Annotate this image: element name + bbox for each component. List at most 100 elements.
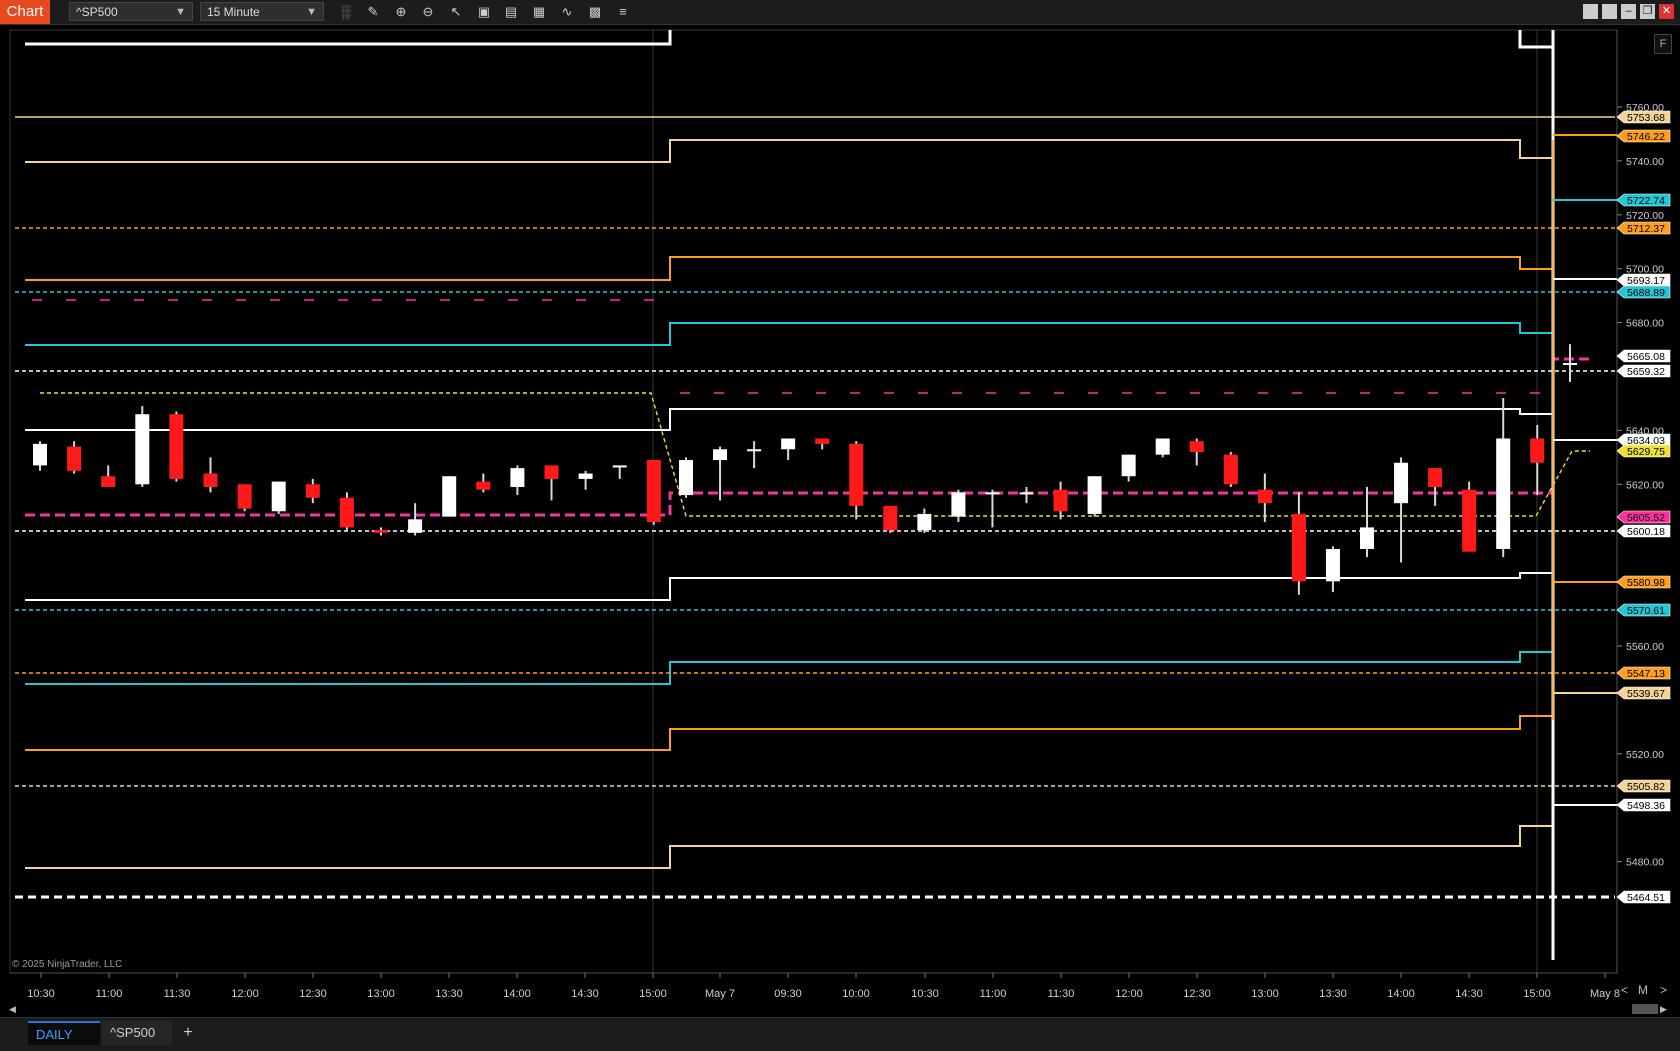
price-chart[interactable]: 5760.005740.005720.005700.005680.005640.…: [0, 25, 1680, 1017]
candle-body: [1428, 468, 1443, 487]
price-marker-label: 5712.37: [1627, 223, 1665, 235]
price-marker-label: 5629.75: [1627, 446, 1665, 458]
strategies-icon[interactable]: ▩: [585, 3, 605, 21]
data-box-icon[interactable]: ▤: [501, 3, 521, 21]
price-marker-label: 5665.08: [1627, 351, 1665, 363]
candle-body: [917, 513, 932, 531]
tab-daily[interactable]: DAILY: [28, 1021, 100, 1045]
tile-icon[interactable]: [1602, 4, 1617, 19]
candle-body: [679, 460, 693, 496]
chart-toolbar: Chart ^SP500 ▼ 15 Minute ▼ ░ ✎ ⊕ ⊖ ↖ ▣ ▤…: [0, 0, 1680, 25]
x-tick-label: 11:00: [96, 988, 123, 1000]
tile-icon[interactable]: [1583, 4, 1598, 19]
candle-body: [203, 473, 218, 487]
price-marker-label: 5570.61: [1627, 605, 1665, 617]
mode-button[interactable]: M: [1638, 983, 1648, 997]
bar-type-icon[interactable]: ░: [336, 3, 356, 21]
candle-body: [1121, 454, 1136, 477]
candle-body: [1496, 438, 1511, 549]
restore-icon[interactable]: ❐: [1640, 4, 1655, 19]
instrument-value: ^SP500: [76, 5, 118, 19]
list-icon[interactable]: ≡: [613, 3, 633, 21]
x-tick-label: 13:00: [367, 988, 395, 1000]
candle-body: [1189, 441, 1204, 452]
x-tick-label: 12:00: [231, 988, 259, 1000]
candle-body: [442, 476, 457, 517]
copyright-text: © 2025 NinjaTrader, LLC: [12, 959, 123, 970]
horizontal-scrollbar-thumb[interactable]: [1632, 1004, 1658, 1014]
scroll-left-arrow-icon[interactable]: ◀: [9, 1004, 16, 1015]
x-tick-label: 10:30: [27, 988, 55, 1000]
y-tick-label: 5480.00: [1626, 857, 1664, 869]
x-tick-label: 12:30: [299, 988, 327, 1000]
price-marker-label: 5722.74: [1627, 195, 1665, 207]
candle-body: [747, 449, 762, 452]
candle-body: [510, 468, 525, 487]
candle-body: [1325, 548, 1340, 582]
zoom-in-icon[interactable]: ⊕: [391, 3, 411, 21]
chart-corner-button[interactable]: F: [1654, 34, 1672, 54]
scroll-right-arrow-icon[interactable]: ▶: [1660, 1004, 1667, 1015]
tab-daily-label: DAILY: [36, 1027, 73, 1042]
x-tick-label: 11:30: [164, 988, 191, 1000]
x-tick-label: 11:30: [1048, 988, 1075, 1000]
price-marker-label: 5753.68: [1627, 112, 1665, 124]
x-tick-label: 11:00: [980, 988, 1007, 1000]
price-marker-label: 5659.32: [1627, 366, 1665, 378]
x-tick-label: 13:00: [1251, 988, 1279, 1000]
candle-body: [135, 414, 150, 485]
y-tick-label: 5560.00: [1626, 641, 1664, 653]
chart-tab[interactable]: Chart: [0, 0, 50, 24]
candle-body: [815, 438, 830, 444]
y-tick-label: 5720.00: [1626, 210, 1664, 222]
minimize-icon[interactable]: –: [1621, 4, 1636, 19]
price-marker-label: 5505.82: [1627, 781, 1665, 793]
candle-body: [1291, 513, 1306, 582]
candle-body: [578, 473, 593, 479]
indicators-icon[interactable]: ∿: [557, 3, 577, 21]
x-tick-label: 15:00: [1523, 988, 1551, 1000]
pointer-icon[interactable]: ↖: [446, 3, 466, 21]
price-marker-label: 5464.51: [1627, 892, 1665, 904]
x-tick-label: 12:00: [1115, 988, 1143, 1000]
y-tick-label: 5680.00: [1626, 318, 1664, 330]
candle-body: [612, 465, 627, 468]
x-tick-label: 15:00: [639, 988, 667, 1000]
candle-body: [951, 492, 966, 517]
candle-body: [271, 481, 286, 512]
candle-body: [781, 438, 796, 450]
candle-body: [67, 446, 82, 471]
interval-value: 15 Minute: [207, 5, 260, 19]
close-icon[interactable]: ✕: [1659, 4, 1674, 19]
scroll-back-button[interactable]: <: [1621, 983, 1628, 997]
instrument-icon[interactable]: ▦: [529, 3, 549, 21]
candle-body: [849, 443, 864, 506]
price-marker-label: 5539.67: [1627, 688, 1665, 700]
candle-body: [33, 443, 47, 466]
add-tab-icon[interactable]: +: [178, 1021, 198, 1045]
x-tick-label: 14:00: [503, 988, 531, 1000]
pencil-icon[interactable]: ✎: [363, 3, 383, 21]
x-tick-label: 13:30: [435, 988, 463, 1000]
price-marker-label: 5547.13: [1627, 668, 1665, 680]
candle-body: [1360, 527, 1374, 549]
candle-body: [101, 476, 116, 487]
x-tick-label: 14:30: [1455, 988, 1483, 1000]
price-marker-label: 5580.98: [1627, 577, 1665, 589]
candle-body: [1394, 462, 1409, 504]
tab-sp500-label: ^SP500: [110, 1025, 156, 1040]
zoom-out-icon[interactable]: ⊖: [418, 3, 438, 21]
candle-body: [237, 484, 252, 509]
scroll-forward-button[interactable]: >: [1660, 983, 1667, 997]
chevron-down-icon: ▼: [175, 6, 186, 18]
price-marker-label: 5605.52: [1627, 512, 1665, 524]
x-tick-label: 14:30: [571, 988, 599, 1000]
candle-body: [305, 484, 320, 498]
instrument-selector[interactable]: ^SP500 ▼: [69, 2, 193, 21]
price-marker-label: 5688.89: [1627, 287, 1665, 299]
tab-sp500[interactable]: ^SP500: [102, 1021, 172, 1045]
candle-body: [883, 505, 898, 531]
interval-selector[interactable]: 15 Minute ▼: [200, 2, 324, 21]
x-tick-label: May 7: [705, 988, 735, 1000]
properties-icon[interactable]: ▣: [474, 3, 494, 21]
